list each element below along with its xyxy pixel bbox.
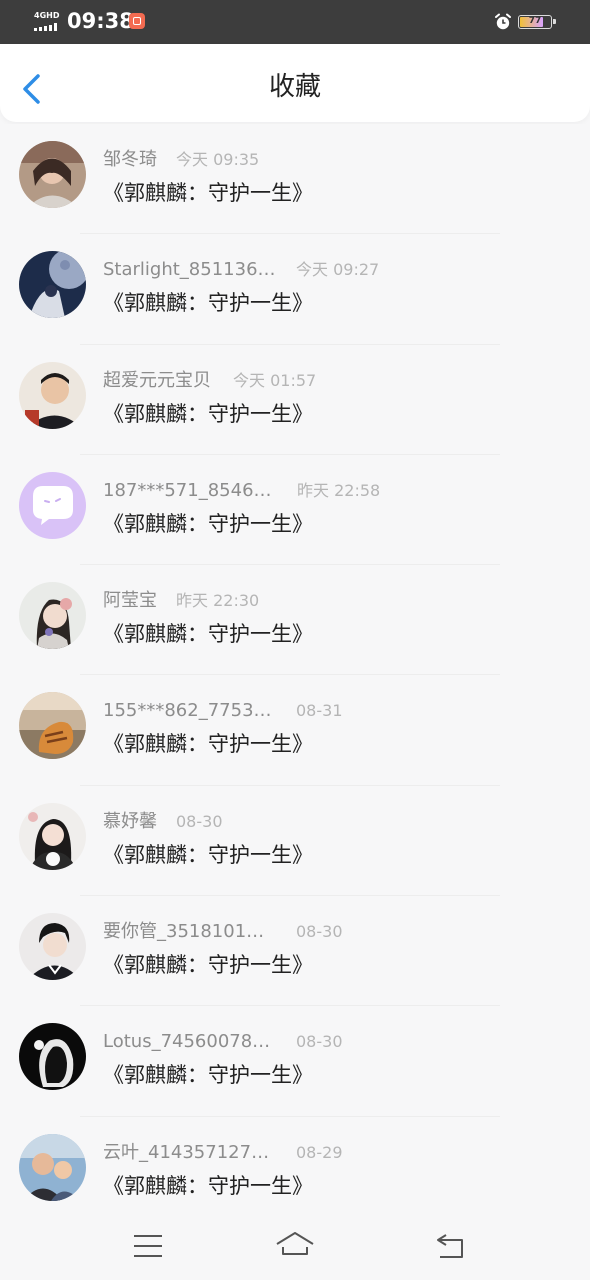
favorite-item[interactable]: 阿莹宝 昨天 22:30 《郭麒麟：守护一生》 <box>0 565 590 676</box>
system-nav-bar <box>0 1213 590 1280</box>
item-content: 《郭麒麟：守护一生》 <box>103 291 313 316</box>
item-meta: 邹冬琦 今天 09:35 <box>103 148 259 172</box>
user-name[interactable]: 超爱元元宝贝 <box>103 370 211 391</box>
item-meta: 慕妤馨 08-30 <box>103 810 223 834</box>
network-type: 4GHD <box>34 11 60 20</box>
alarm-icon <box>495 13 511 30</box>
menu-icon[interactable] <box>128 1229 168 1263</box>
page-header: 收藏 <box>0 44 590 122</box>
avatar[interactable] <box>19 582 86 650</box>
avatar[interactable] <box>19 361 86 429</box>
user-name[interactable]: 慕妤馨 <box>103 811 157 832</box>
favorites-list: 邹冬琦 今天 09:35 《郭麒麟：守护一生》 Starlight_851136… 今天… <box>0 124 590 1227</box>
back-icon[interactable] <box>430 1229 470 1263</box>
item-time: 08-31 <box>296 701 343 721</box>
app-notification-icon <box>129 13 145 29</box>
favorite-item[interactable]: Starlight_851136… 今天 09:27 《郭麒麟：守护一生》 <box>0 234 590 345</box>
user-name[interactable]: 要你管_3518101… <box>103 921 264 942</box>
item-content: 《郭麒麟：守护一生》 <box>103 1173 313 1198</box>
avatar[interactable] <box>19 1133 86 1201</box>
favorite-item[interactable]: 慕妤馨 08-30 《郭麒麟：守护一生》 <box>0 785 590 897</box>
user-name[interactable]: Starlight_851136… <box>103 259 276 280</box>
item-meta: 阿莹宝 昨天 22:30 <box>103 589 259 613</box>
avatar[interactable] <box>19 141 86 208</box>
avatar[interactable] <box>19 251 86 319</box>
item-meta: 要你管_3518101… 08-30 <box>103 920 343 944</box>
item-content: 《郭麒麟：守护一生》 <box>103 732 313 757</box>
favorite-item[interactable]: 要你管_3518101… 08-30 《郭麒麟：守护一生》 <box>0 896 590 1007</box>
item-content: 《郭麒麟：守护一生》 <box>103 842 313 867</box>
battery-icon: 77 <box>518 15 556 29</box>
item-content: 《郭麒麟：守护一生》 <box>103 401 313 426</box>
item-time: 08-30 <box>176 811 223 831</box>
favorite-item[interactable]: 邹冬琦 今天 09:35 《郭麒麟：守护一生》 <box>0 124 590 235</box>
item-time: 今天 01:57 <box>233 370 317 390</box>
home-icon[interactable] <box>275 1229 315 1263</box>
avatar[interactable] <box>19 913 86 981</box>
user-name[interactable]: 187***571_8546… <box>103 480 272 501</box>
item-content: 《郭麒麟：守护一生》 <box>103 181 313 205</box>
battery-percent: 77 <box>528 16 542 26</box>
item-meta: Starlight_851136… 今天 09:27 <box>103 258 379 282</box>
avatar[interactable] <box>19 692 86 760</box>
item-meta: 187***571_8546… 昨天 22:58 <box>103 479 380 503</box>
favorite-item[interactable]: 超爱元元宝贝 今天 01:57 《郭麒麟：守护一生》 <box>0 344 590 455</box>
item-time: 08-30 <box>296 1032 343 1052</box>
item-meta: 155***862_7753… 08-31 <box>103 699 343 723</box>
signal-icon: 4GHD <box>34 11 62 31</box>
user-name[interactable]: 邹冬琦 <box>103 149 157 170</box>
favorite-item[interactable]: 155***862_7753… 08-31 《郭麒麟：守护一生》 <box>0 675 590 786</box>
status-time: 09:38 <box>67 9 134 33</box>
favorite-item[interactable]: 云叶_414357127… 08-29 《郭麒麟：守护一生》 <box>0 1116 590 1227</box>
item-time: 昨天 22:30 <box>176 591 260 611</box>
page-title: 收藏 <box>268 72 321 102</box>
user-name[interactable]: 云叶_414357127… <box>103 1142 269 1163</box>
favorite-item[interactable]: Lotus_74560078… 08-30 《郭麒麟：守护一生》 <box>0 1006 590 1117</box>
item-time: 今天 09:35 <box>176 150 260 169</box>
item-content: 《郭麒麟：守护一生》 <box>103 622 313 647</box>
user-name[interactable]: 155***862_7753… <box>103 700 272 721</box>
favorite-item[interactable]: 187***571_8546… 昨天 22:58 《郭麒麟：守护一生》 <box>0 454 590 566</box>
user-name[interactable]: Lotus_74560078… <box>103 1031 270 1052</box>
avatar[interactable] <box>19 471 86 539</box>
item-time: 今天 09:27 <box>296 260 380 280</box>
item-meta: 云叶_414357127… 08-29 <box>103 1141 343 1165</box>
item-time: 08-29 <box>296 1142 343 1162</box>
status-bar: 4GHD 09:38 77 <box>0 0 590 44</box>
item-meta: 超爱元元宝贝 今天 01:57 <box>103 369 316 393</box>
item-meta: Lotus_74560078… 08-30 <box>103 1030 343 1054</box>
item-content: 《郭麒麟：守护一生》 <box>103 1063 313 1088</box>
avatar[interactable] <box>19 802 86 870</box>
item-content: 《郭麒麟：守护一生》 <box>103 511 313 536</box>
item-time: 08-30 <box>296 922 343 942</box>
item-content: 《郭麒麟：守护一生》 <box>103 953 313 978</box>
item-time: 昨天 22:58 <box>297 480 381 500</box>
avatar[interactable] <box>19 1023 86 1091</box>
user-name[interactable]: 阿莹宝 <box>103 590 157 611</box>
